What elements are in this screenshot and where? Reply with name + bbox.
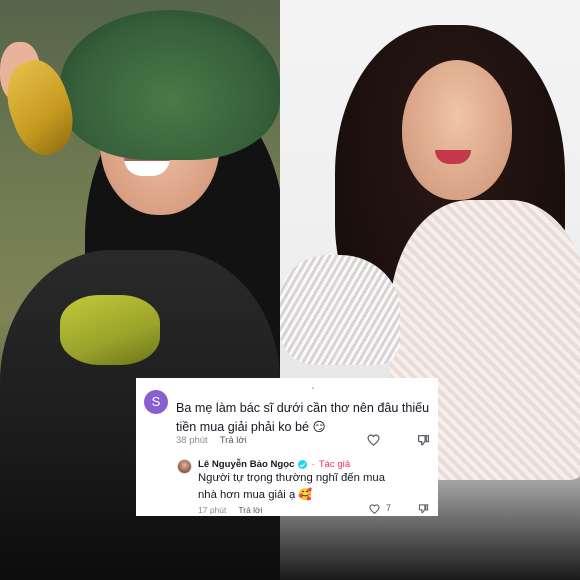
reply-button[interactable]: Trả lời bbox=[238, 505, 262, 515]
starfruit-bunch bbox=[60, 295, 160, 365]
like-count: 7 bbox=[386, 503, 392, 513]
reply-text: Người tự trọng thường nghĩ đến mua nhà h… bbox=[198, 472, 385, 501]
verified-badge-icon bbox=[298, 460, 308, 469]
reply-meta: 17 phút Trả lời bbox=[198, 505, 263, 515]
commenter-avatar[interactable]: S bbox=[144, 390, 168, 414]
comment-meta: 38 phút Trả lời bbox=[176, 435, 247, 446]
header-separator: · bbox=[311, 459, 315, 470]
dislike-icon[interactable] bbox=[417, 434, 430, 446]
crown bbox=[280, 255, 400, 365]
comment-time: 38 phút bbox=[176, 435, 208, 446]
comment-text: Ba mẹ làm bác sĩ dưới cần thơ nên đâu th… bbox=[176, 401, 430, 434]
comment-card: ˛ S Ba mẹ làm bác sĩ dưới cần thơ nên đâ… bbox=[136, 378, 438, 516]
dislike-icon[interactable] bbox=[418, 503, 429, 514]
bucket-hat bbox=[60, 10, 280, 160]
reply-time: 17 phút bbox=[198, 505, 227, 515]
reply-header: Lê Nguyễn Bảo Ngọc · Tác giả bbox=[198, 459, 350, 470]
heart-icon[interactable] bbox=[369, 504, 380, 514]
author-tag: Tác giả bbox=[318, 459, 351, 470]
author-avatar[interactable] bbox=[177, 459, 192, 474]
card-top-glyph: ˛ bbox=[312, 380, 315, 389]
reply-author-name[interactable]: Lê Nguyễn Bảo Ngọc bbox=[198, 459, 294, 470]
heart-icon[interactable] bbox=[367, 434, 380, 446]
reply-button[interactable]: Trả lời bbox=[220, 435, 247, 446]
face bbox=[402, 60, 512, 200]
